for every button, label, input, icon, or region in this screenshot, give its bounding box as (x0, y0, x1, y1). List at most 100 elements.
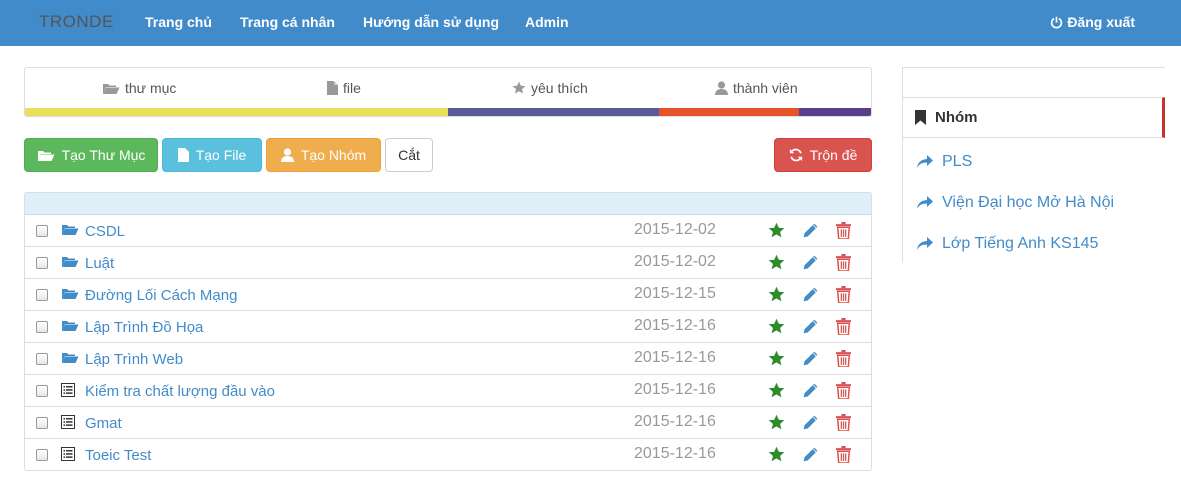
power-icon (1051, 16, 1063, 28)
table-row[interactable]: CSDL 2015-12-02 (25, 215, 871, 247)
document-list-icon (61, 415, 75, 432)
document-list-icon (61, 447, 75, 464)
table-row[interactable]: Kiểm tra chất lượng đầu vào 2015-12-16 (25, 375, 871, 407)
item-date: 2015-12-02 (634, 221, 716, 238)
edit-pencil-icon[interactable] (802, 222, 819, 242)
stat-members[interactable]: thành viên (715, 80, 798, 96)
star-icon (512, 81, 526, 94)
table-row[interactable]: Đường Lối Cách Mạng 2015-12-15 (25, 279, 871, 311)
create-file-button[interactable]: Tạo File (162, 138, 262, 172)
stat-folders[interactable]: thư mục (102, 80, 176, 96)
row-checkbox[interactable] (36, 385, 48, 397)
nav-admin[interactable]: Admin (525, 14, 569, 30)
folder-icon (61, 287, 79, 303)
bar-favorites (448, 108, 659, 116)
group-item-label: Viện Đại học Mở Hà Nội (942, 194, 1115, 211)
navbar: TRONDE Trang chủ Trang cá nhân Hướng dẫn… (0, 0, 1181, 46)
edit-pencil-icon[interactable] (802, 414, 819, 434)
group-item[interactable]: Lớp Tiếng Anh KS145 (917, 235, 1098, 253)
group-sidebar: Nhóm PLS Viện Đại học Mở Hà Nội Lớp Tiến… (902, 67, 1165, 263)
favorite-star-icon[interactable] (768, 414, 785, 434)
delete-trash-icon[interactable] (836, 414, 851, 434)
row-checkbox[interactable] (36, 449, 48, 461)
group-item-label: PLS (942, 153, 973, 170)
edit-pencil-icon[interactable] (802, 318, 819, 338)
create-group-label: Tạo Nhóm (300, 147, 367, 163)
delete-trash-icon[interactable] (836, 286, 851, 306)
edit-pencil-icon[interactable] (802, 446, 819, 466)
item-name-link[interactable]: Lập Trình Web (85, 351, 183, 368)
item-date: 2015-12-16 (634, 381, 716, 398)
item-name-link[interactable]: Lập Trình Đồ Họa (85, 319, 203, 336)
create-group-button[interactable]: Tạo Nhóm (266, 138, 381, 172)
table-row[interactable]: Toeic Test 2015-12-16 (25, 439, 871, 471)
bar-extra (799, 108, 871, 116)
nav-guide[interactable]: Hướng dẫn sử dụng (363, 14, 499, 30)
favorite-star-icon[interactable] (768, 222, 785, 242)
edit-pencil-icon[interactable] (802, 350, 819, 370)
create-folder-button[interactable]: Tạo Thư Mục (24, 138, 158, 172)
row-checkbox[interactable] (36, 353, 48, 365)
sidebar-title: Nhóm (935, 109, 978, 126)
favorite-star-icon[interactable] (768, 318, 785, 338)
favorite-star-icon[interactable] (768, 350, 785, 370)
share-arrow-icon (917, 196, 933, 209)
item-name-link[interactable]: CSDL (85, 223, 125, 240)
row-checkbox[interactable] (36, 417, 48, 429)
item-name-link[interactable]: Đường Lối Cách Mạng (85, 287, 237, 304)
favorite-star-icon[interactable] (768, 254, 785, 274)
edit-pencil-icon[interactable] (802, 286, 819, 306)
shuffle-button[interactable]: Trộn đề (774, 138, 872, 172)
bar-members (658, 108, 800, 116)
delete-trash-icon[interactable] (836, 350, 851, 370)
row-checkbox[interactable] (36, 289, 48, 301)
table-row[interactable]: Luật 2015-12-02 (25, 247, 871, 279)
folder-icon (61, 255, 79, 271)
folder-icon (61, 223, 79, 239)
table-row[interactable]: Lập Trình Đồ Họa 2015-12-16 (25, 311, 871, 343)
item-name-link[interactable]: Gmat (85, 415, 122, 432)
stats-progress-bars (25, 108, 871, 116)
cut-label: Cắt (398, 147, 420, 163)
brand-logo[interactable]: TRONDE (39, 12, 114, 32)
stat-favorites[interactable]: yêu thích (512, 80, 588, 96)
favorite-star-icon[interactable] (768, 446, 785, 466)
refresh-icon (789, 148, 802, 162)
logout-label: Đăng xuất (1067, 14, 1135, 30)
create-folder-label: Tạo Thư Mục (61, 147, 146, 163)
share-arrow-icon (917, 155, 933, 168)
nav-profile[interactable]: Trang cá nhân (240, 14, 335, 30)
folder-icon (61, 351, 79, 367)
table-row[interactable]: Lập Trình Web 2015-12-16 (25, 343, 871, 375)
bookmark-icon (915, 110, 926, 125)
delete-trash-icon[interactable] (836, 254, 851, 274)
favorite-star-icon[interactable] (768, 382, 785, 402)
item-name-link[interactable]: Luật (85, 255, 114, 272)
stat-files-label: file (343, 80, 361, 96)
item-date: 2015-12-15 (634, 285, 716, 302)
row-checkbox[interactable] (36, 257, 48, 269)
table-row[interactable]: Gmat 2015-12-16 (25, 407, 871, 439)
item-date: 2015-12-02 (634, 253, 716, 270)
row-checkbox[interactable] (36, 321, 48, 333)
favorite-star-icon[interactable] (768, 286, 785, 306)
share-arrow-icon (917, 237, 933, 250)
folder-icon (61, 319, 79, 335)
delete-trash-icon[interactable] (836, 446, 851, 466)
nav-home[interactable]: Trang chủ (145, 14, 212, 30)
group-item[interactable]: PLS (917, 153, 972, 171)
delete-trash-icon[interactable] (836, 222, 851, 242)
delete-trash-icon[interactable] (836, 318, 851, 338)
delete-trash-icon[interactable] (836, 382, 851, 402)
stat-files[interactable]: file (327, 80, 361, 96)
item-name-link[interactable]: Toeic Test (85, 447, 151, 464)
edit-pencil-icon[interactable] (802, 382, 819, 402)
item-name-link[interactable]: Kiểm tra chất lượng đầu vào (85, 383, 275, 400)
logout-button[interactable]: Đăng xuất (1050, 14, 1135, 30)
row-checkbox[interactable] (36, 225, 48, 237)
sidebar-header: Nhóm (903, 97, 1165, 138)
edit-pencil-icon[interactable] (802, 254, 819, 274)
group-item[interactable]: Viện Đại học Mở Hà Nội (917, 194, 1114, 212)
file-icon (327, 81, 338, 95)
cut-button[interactable]: Cắt (385, 138, 433, 172)
